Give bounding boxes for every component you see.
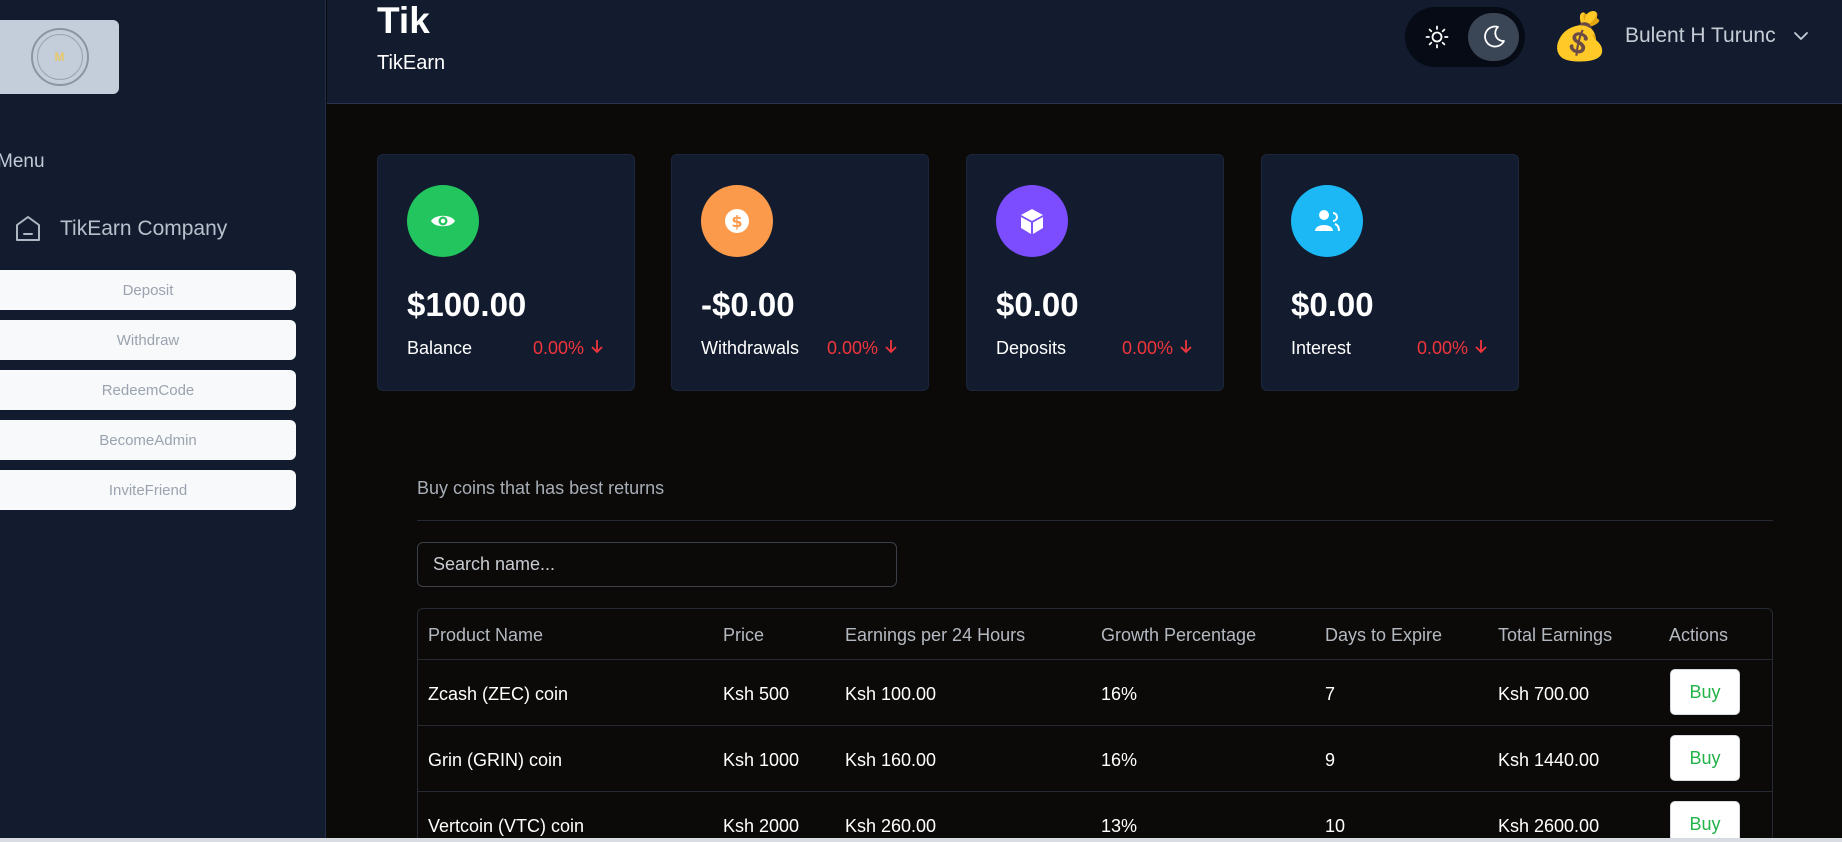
page-subtitle: TikEarn	[377, 52, 446, 74]
product-earnings: Ksh 160.00	[845, 750, 937, 770]
withdrawals-value: -$0.00	[701, 286, 795, 323]
theme-toggle	[1405, 7, 1525, 67]
deposits-card: $0.00 Deposits 0.00%	[966, 154, 1224, 391]
users-icon	[1291, 185, 1363, 257]
page-title: Tik	[377, 0, 430, 41]
product-earnings: Ksh 260.00	[845, 816, 937, 836]
logo-ring: M	[30, 28, 89, 86]
menu-label: Menu	[0, 151, 45, 172]
product-growth: 16%	[1101, 684, 1138, 704]
col-earnings: Earnings per 24 Hours	[845, 625, 1026, 645]
col-actions: Actions	[1669, 625, 1729, 645]
interest-card: $0.00 Interest 0.00%	[1261, 154, 1519, 391]
product-days: 10	[1325, 816, 1346, 836]
product-price: Ksh 1000	[723, 750, 800, 770]
eye-icon	[407, 185, 479, 257]
withdraw-button[interactable]: Withdraw	[0, 320, 296, 360]
deposits-label: Deposits	[996, 338, 1067, 358]
withdrawals-change-text: 0.00%	[827, 338, 879, 358]
product-name: Vertcoin (VTC) coin	[428, 816, 585, 836]
table-row: Vertcoin (VTC) coin Ksh 2000 Ksh 260.00 …	[418, 792, 1772, 842]
product-price: Ksh 2000	[723, 816, 800, 836]
logo[interactable]: M	[0, 20, 119, 94]
svg-text:$: $	[731, 212, 742, 231]
balance-card: $100.00 Balance 0.00%	[377, 154, 635, 391]
become-admin-button[interactable]: BecomeAdmin	[0, 420, 296, 460]
balance-value: $100.00	[407, 286, 527, 323]
sidebar: M Menu TikEarn Company Deposit Withdraw …	[0, 0, 326, 842]
money-bag-icon[interactable]: 💰	[1551, 10, 1608, 62]
invite-friend-button[interactable]: InviteFriend	[0, 470, 296, 510]
product-days: 7	[1325, 684, 1336, 704]
user-name[interactable]: Bulent H Turunc	[1625, 24, 1776, 48]
product-total: Ksh 700.00	[1498, 684, 1590, 704]
product-earnings: Ksh 100.00	[845, 684, 937, 704]
balance-change: 0.00%	[533, 338, 604, 359]
product-name: Zcash (ZEC) coin	[428, 684, 569, 704]
balance-change-text: 0.00%	[533, 338, 585, 358]
interest-change: 0.00%	[1417, 338, 1488, 359]
sidebar-item-company[interactable]: TikEarn Company	[12, 213, 227, 245]
arrow-down-icon	[1179, 338, 1193, 359]
arrow-down-icon	[884, 338, 898, 359]
deposits-change: 0.00%	[1122, 338, 1193, 359]
col-total: Total Earnings	[1498, 625, 1613, 645]
company-label: TikEarn Company	[60, 217, 228, 240]
products-title: Buy coins that has best returns	[417, 478, 665, 498]
table-header: Product Name Price Earnings per 24 Hours…	[418, 609, 1772, 660]
bottom-scrollbar[interactable]	[0, 838, 1842, 842]
col-days: Days to Expire	[1325, 625, 1443, 645]
moon-icon[interactable]	[1468, 13, 1519, 61]
table-row: Grin (GRIN) coin Ksh 1000 Ksh 160.00 16%…	[418, 726, 1772, 792]
product-days: 9	[1325, 750, 1336, 770]
deposits-value: $0.00	[996, 286, 1079, 323]
product-price: Ksh 500	[723, 684, 790, 704]
chevron-down-icon[interactable]	[1791, 26, 1811, 51]
app-root: M Menu TikEarn Company Deposit Withdraw …	[0, 0, 1842, 842]
withdrawals-card: $ -$0.00 Withdrawals 0.00%	[671, 154, 929, 391]
product-growth: 13%	[1101, 816, 1138, 836]
product-total: Ksh 1440.00	[1498, 750, 1600, 770]
section-divider	[417, 520, 1773, 521]
table-row: Zcash (ZEC) coin Ksh 500 Ksh 100.00 16% …	[418, 660, 1772, 726]
dollar-coin-icon: $	[701, 185, 773, 257]
interest-change-text: 0.00%	[1417, 338, 1469, 358]
col-price: Price	[723, 625, 765, 645]
logo-letter: M	[36, 34, 83, 80]
buy-button[interactable]: Buy	[1670, 669, 1740, 715]
buy-button[interactable]: Buy	[1670, 801, 1740, 842]
home-icon	[12, 213, 44, 245]
products-table: Product Name Price Earnings per 24 Hours…	[417, 608, 1773, 842]
buy-button[interactable]: Buy	[1670, 735, 1740, 781]
col-product-name: Product Name	[428, 625, 544, 645]
deposit-button[interactable]: Deposit	[0, 270, 296, 310]
redeem-code-button[interactable]: RedeemCode	[0, 370, 296, 410]
deposits-change-text: 0.00%	[1122, 338, 1174, 358]
interest-label: Interest	[1291, 338, 1352, 358]
product-total: Ksh 2600.00	[1498, 816, 1600, 836]
product-growth: 16%	[1101, 750, 1138, 770]
sun-icon[interactable]	[1411, 13, 1462, 61]
search-input[interactable]	[417, 542, 897, 587]
top-header: Tik TikEarn 💰 Bulent H Turunc	[327, 0, 1842, 104]
col-growth: Growth Percentage	[1101, 625, 1257, 645]
withdrawals-change: 0.00%	[827, 338, 898, 359]
balance-label: Balance	[407, 338, 473, 358]
product-name: Grin (GRIN) coin	[428, 750, 563, 770]
box-icon	[996, 185, 1068, 257]
arrow-down-icon	[590, 338, 604, 359]
interest-value: $0.00	[1291, 286, 1374, 323]
arrow-down-icon	[1474, 338, 1488, 359]
withdrawals-label: Withdrawals	[701, 338, 800, 358]
